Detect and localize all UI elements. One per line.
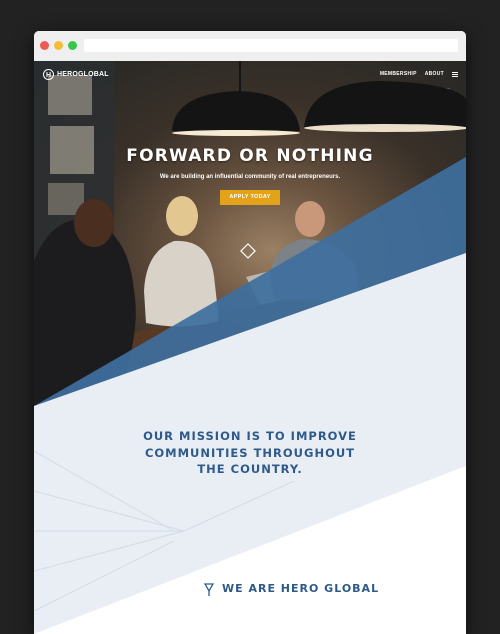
pendant-lamp-left xyxy=(172,91,300,131)
apply-today-button[interactable]: APPLY TODAY xyxy=(220,190,280,205)
hero-global-icon xyxy=(204,583,214,596)
hero-photo-illustration xyxy=(34,61,466,406)
mission-statement: OUR MISSION IS TO IMPROVE COMMUNITIES TH… xyxy=(130,428,370,478)
hero-title: FORWARD OR NOTHING xyxy=(126,146,374,166)
browser-chrome xyxy=(34,31,466,62)
mission-line-1: OUR MISSION IS TO IMPROVE xyxy=(143,429,357,443)
address-bar[interactable] xyxy=(84,39,458,52)
hero-subtitle: We are building an influential community… xyxy=(159,174,341,180)
logo-mark-icon: H xyxy=(43,68,54,80)
web-page: H HEROGLOBAL MEMBERSHIP ABOUT FORWARD OR… xyxy=(34,61,466,634)
top-nav: MEMBERSHIP ABOUT xyxy=(380,71,458,77)
close-window-button[interactable] xyxy=(40,41,49,50)
nav-link-membership[interactable]: MEMBERSHIP xyxy=(380,71,417,77)
about-heading: WE ARE HERO GLOBAL xyxy=(222,582,380,595)
minimize-window-button[interactable] xyxy=(54,41,63,50)
pendant-lamp-right xyxy=(304,81,466,127)
logo[interactable]: H HEROGLOBAL xyxy=(43,67,109,81)
mission-line-2: COMMUNITIES THROUGHOUT xyxy=(144,445,356,460)
hamburger-icon[interactable] xyxy=(452,71,458,77)
browser-window: H HEROGLOBAL MEMBERSHIP ABOUT FORWARD OR… xyxy=(34,31,466,634)
diamond-marker xyxy=(240,243,256,259)
logo-text: HEROGLOBAL xyxy=(57,70,109,78)
mission-line-3: THE COUNTRY. xyxy=(197,462,303,476)
maximize-window-button[interactable] xyxy=(68,41,77,50)
wall-frame-1 xyxy=(48,75,92,115)
nav-link-about[interactable]: ABOUT xyxy=(425,71,444,77)
hero-section: H HEROGLOBAL MEMBERSHIP ABOUT FORWARD OR… xyxy=(34,61,466,406)
